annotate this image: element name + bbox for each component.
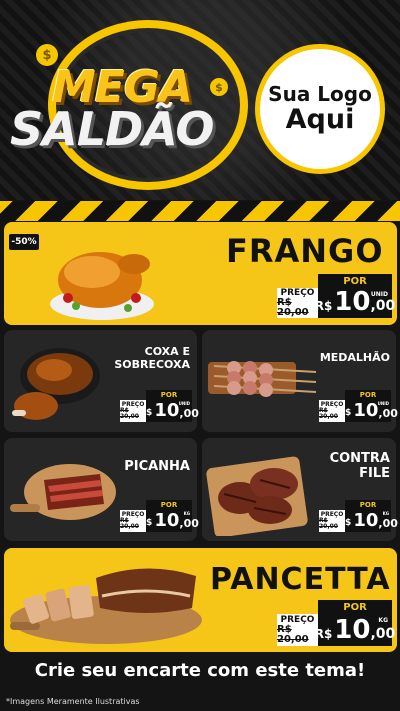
roast-chicken-image [50, 252, 154, 320]
currency: R$ [139, 408, 153, 418]
price-decimal: ,00 [179, 517, 199, 530]
currency: R$ [139, 518, 153, 528]
product-name-coxa: COXA E SOBRECOXA [110, 345, 190, 371]
old-price: R$ 20,00 [277, 623, 309, 645]
price-unit: UNID [178, 401, 190, 406]
currency: R$ [314, 627, 333, 641]
current-price: R$ 10 ,00 KG [139, 510, 199, 532]
image-disclaimer: *Imagens Meramente Ilustrativas [6, 697, 140, 706]
currency: R$ [338, 518, 352, 528]
logo-line1: Sua Logo [268, 82, 372, 107]
current-price: R$ 10 ,00 UNID [139, 400, 199, 422]
price-integer: 10 [154, 400, 180, 421]
por-label: POR [146, 500, 192, 510]
price-integer: 10 [154, 510, 180, 531]
product-name-frango: FRANGO [226, 232, 384, 270]
price-decimal: ,00 [179, 407, 199, 420]
price-integer: 10 [334, 615, 371, 645]
por-label: POR [345, 390, 391, 400]
current-price: R$ 10 ,00 UNID [338, 400, 398, 422]
name-line1: COXA E [144, 345, 190, 358]
price-decimal: ,00 [378, 407, 398, 420]
por-label: POR [318, 600, 392, 614]
logo-placeholder[interactable]: Sua Logo Aqui [255, 44, 385, 174]
currency: R$ [314, 299, 333, 313]
name-line2: FILE [359, 465, 390, 481]
currency: R$ [338, 408, 352, 418]
price-decimal: ,00 [370, 626, 396, 642]
por-label: POR [318, 274, 392, 288]
current-price: R$ 10 ,00 KG [338, 510, 398, 532]
price-decimal: ,00 [378, 517, 398, 530]
current-price: R$ 10 ,00 UNID [314, 287, 396, 318]
price-unit: UNID [370, 291, 388, 298]
price-unit: KG [382, 511, 389, 516]
price-integer: 10 [334, 287, 371, 317]
header-banner: $ $ MEGA SALDÃO Sua Logo Aqui [0, 0, 400, 200]
price-integer: 10 [353, 510, 379, 531]
por-label: POR [146, 390, 192, 400]
product-name-medalhao: MEDALHÃO [319, 351, 390, 364]
hazard-stripe [0, 201, 400, 221]
old-price: R$ 20,00 [277, 296, 309, 318]
name-line2: SOBRECOXA [114, 357, 190, 371]
title-saldao: SALDÃO [10, 102, 215, 156]
por-label: POR [345, 500, 391, 510]
price-unit: KG [378, 617, 388, 624]
product-name-pancetta: PANCETTA [210, 562, 391, 597]
price-unit: UNID [377, 401, 389, 406]
price-integer: 10 [353, 400, 379, 421]
discount-badge: -50% [9, 234, 39, 250]
price-decimal: ,00 [370, 298, 396, 314]
pancetta-board-image [10, 568, 202, 644]
footer-cta: Crie seu encarte com este tema! [34, 660, 366, 681]
product-name-contra-file: CONTRA FILE [300, 451, 390, 482]
chicken-drumstick-image [12, 348, 100, 420]
logo-line2: Aqui [285, 104, 355, 136]
picanha-board-image [10, 464, 116, 520]
name-line1: CONTRA [329, 451, 390, 466]
old-price-box: PREÇO R$ 20,00 [277, 614, 318, 646]
dollar-coin-icon: $ [210, 78, 228, 96]
old-price-box: PREÇO R$ 20,00 [277, 288, 318, 318]
price-unit: KG [183, 511, 190, 516]
contra-file-steaks-image [206, 456, 308, 536]
product-name-picanha: PICANHA [124, 459, 190, 474]
current-price: R$ 10 ,00 KG [314, 614, 396, 646]
